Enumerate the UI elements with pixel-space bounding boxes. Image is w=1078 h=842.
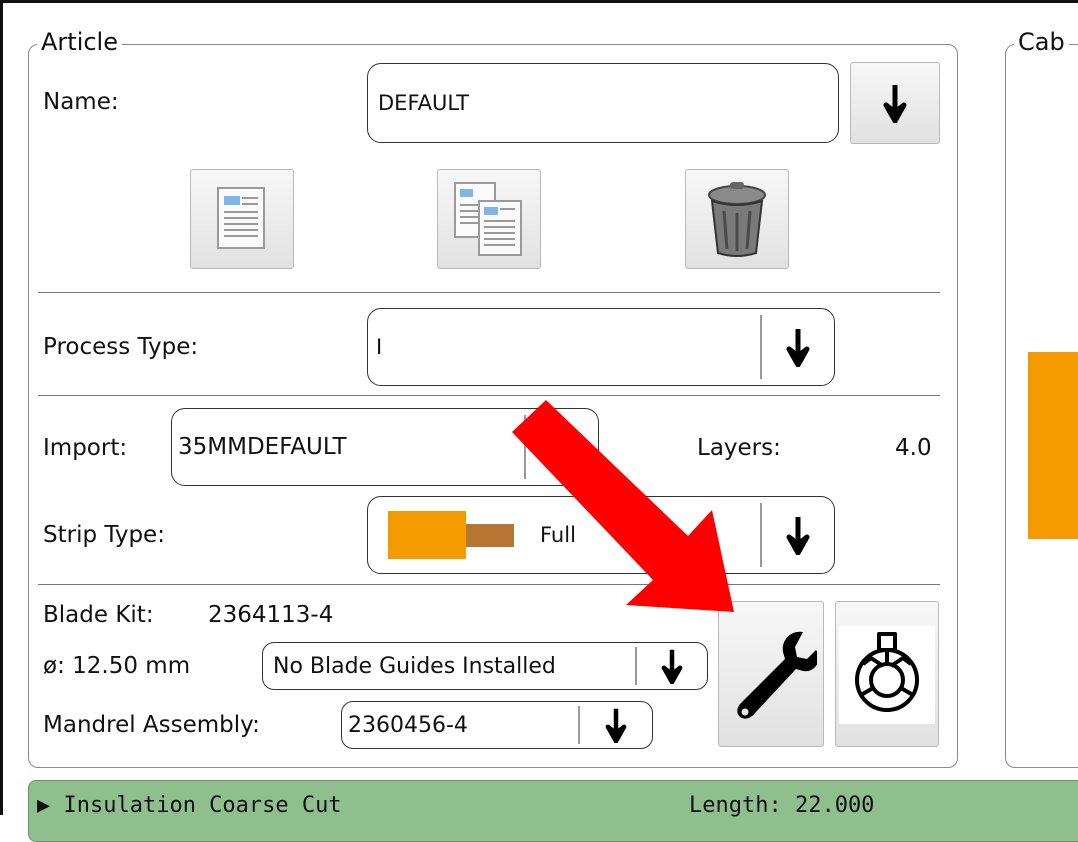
mandrel-icon xyxy=(855,632,919,712)
process-step-length: Length: 22.000 xyxy=(689,793,875,818)
new-article-button[interactable] xyxy=(190,169,294,269)
mandrel-assembly-select[interactable]: 2360456-4 xyxy=(341,701,653,749)
strip-type-select[interactable]: Full xyxy=(367,496,835,574)
new-document-icon xyxy=(217,187,265,249)
down-arrow-icon xyxy=(883,85,907,123)
import-separator xyxy=(524,415,526,479)
strip-preview-insulation xyxy=(388,511,466,559)
process-type-label: Process Type: xyxy=(43,334,199,360)
strip-preview-conductor xyxy=(466,524,514,547)
diameter-label: ø: 12.50 mm xyxy=(43,653,191,679)
mandrel-assembly-dropdown[interactable] xyxy=(580,702,652,748)
strip-type-dropdown[interactable] xyxy=(762,497,834,573)
process-type-dropdown[interactable] xyxy=(762,309,834,385)
process-type-select[interactable]: I xyxy=(367,308,835,386)
mandrel-assembly-value: 2360456-4 xyxy=(348,712,468,738)
divider-2 xyxy=(38,395,940,396)
copy-document-icon xyxy=(454,182,522,256)
divider-1 xyxy=(38,292,940,293)
copy-article-button[interactable] xyxy=(437,169,541,269)
import-label: Import: xyxy=(43,435,128,461)
import-value: 35MMDEFAULT xyxy=(178,434,347,460)
blade-guides-dropdown[interactable] xyxy=(637,643,707,689)
down-arrow-icon xyxy=(661,649,683,684)
strip-type-value: Full xyxy=(540,523,576,547)
blade-guides-select[interactable]: No Blade Guides Installed xyxy=(262,642,708,690)
layers-label: Layers: xyxy=(697,435,781,461)
down-arrow-icon xyxy=(786,517,810,555)
blade-kit-value: 2364113-4 xyxy=(208,602,334,628)
cable-preview-orange xyxy=(1028,352,1078,539)
wrench-icon xyxy=(737,631,817,719)
mandrel-tool-button[interactable] xyxy=(835,601,939,747)
process-step-row[interactable]: ▶ Insulation Coarse Cut Length: 22.000 xyxy=(28,780,1078,842)
trash-icon xyxy=(708,182,766,257)
name-value: DEFAULT xyxy=(378,91,469,115)
cable-group-title: Cab xyxy=(1014,27,1069,57)
strip-type-label: Strip Type: xyxy=(43,522,165,548)
article-group-title: Article xyxy=(37,27,122,57)
divider-3 xyxy=(38,584,940,585)
blade-tool-button[interactable] xyxy=(718,601,824,747)
process-step-name: ▶ Insulation Coarse Cut xyxy=(37,793,342,818)
window-top-border xyxy=(0,0,1078,3)
process-type-value: I xyxy=(376,335,383,359)
mandrel-assembly-label: Mandrel Assembly: xyxy=(43,712,260,738)
layers-value: 4.0 xyxy=(895,435,932,461)
down-arrow-icon xyxy=(786,329,810,367)
blade-guides-value: No Blade Guides Installed xyxy=(273,653,556,679)
name-dropdown-button[interactable] xyxy=(850,62,940,144)
name-input[interactable]: DEFAULT xyxy=(367,63,839,143)
name-label: Name: xyxy=(43,89,119,115)
delete-article-button[interactable] xyxy=(685,169,789,269)
import-select[interactable]: 35MMDEFAULT xyxy=(171,408,599,486)
window-left-border xyxy=(0,0,3,815)
down-arrow-icon xyxy=(605,708,627,743)
blade-kit-label: Blade Kit: xyxy=(43,602,154,628)
